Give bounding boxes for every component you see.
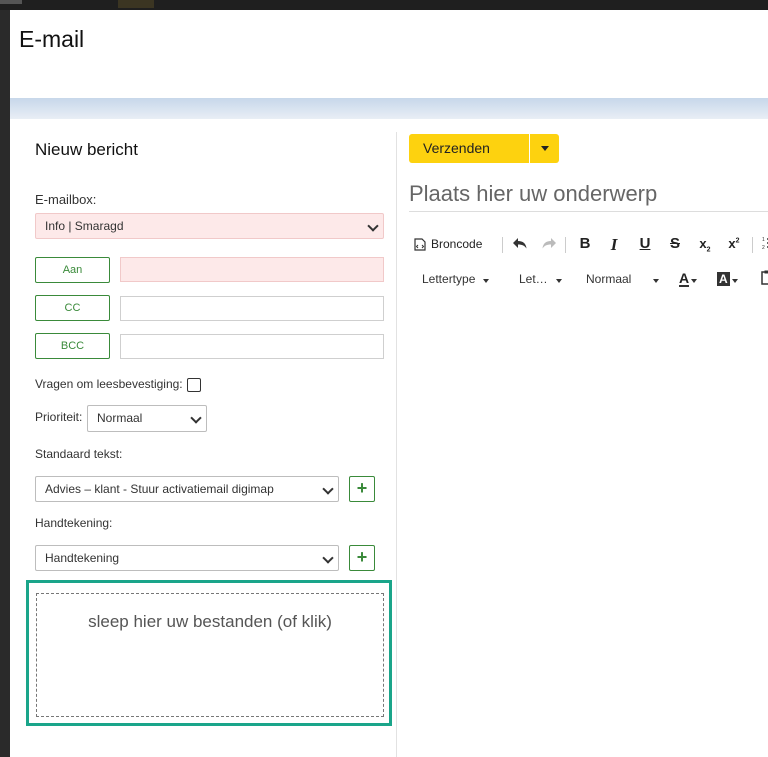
toolbar-separator xyxy=(565,237,566,253)
chevron-down-icon xyxy=(367,220,379,232)
undo-icon[interactable] xyxy=(510,236,530,254)
mailbox-select-value: Info | Smaragd xyxy=(45,219,124,233)
attachment-dropzone-highlight: sleep hier uw bestanden (of klik) xyxy=(26,580,392,726)
source-button[interactable]: Broncode xyxy=(414,237,482,251)
top-tab xyxy=(118,0,154,8)
font-size-label: Let… xyxy=(519,272,548,286)
svg-text:1: 1 xyxy=(762,237,765,243)
font-family-label: Lettertype xyxy=(422,272,476,286)
redo-icon[interactable] xyxy=(539,236,559,254)
toolbar-separator xyxy=(502,237,503,253)
standard-text-label: Standaard tekst: xyxy=(35,447,123,461)
bcc-input[interactable] xyxy=(120,334,384,359)
window-title: E-mail xyxy=(19,26,85,52)
caret-down-icon xyxy=(483,279,490,283)
standard-text-select[interactable]: Advies – klant - Stuur activatiemail dig… xyxy=(35,476,339,502)
dropzone-text: sleep hier uw bestanden (of klik) xyxy=(88,612,332,631)
compose-heading: Nieuw bericht xyxy=(35,140,138,159)
font-family-combo[interactable]: Lettertype xyxy=(422,272,490,286)
chevron-down-icon xyxy=(190,412,202,424)
app-top-strip xyxy=(0,0,768,10)
subscript-icon[interactable]: x2 xyxy=(695,236,715,254)
chevron-down-icon xyxy=(322,483,334,495)
paste-icon[interactable] xyxy=(757,270,768,289)
source-icon xyxy=(414,237,426,251)
read-receipt-checkbox[interactable] xyxy=(187,378,201,392)
priority-select-value: Normaal xyxy=(97,411,143,425)
to-input[interactable] xyxy=(120,257,384,282)
cc-input[interactable] xyxy=(120,296,384,321)
plus-icon: + xyxy=(356,547,368,567)
add-signature-button[interactable]: + xyxy=(349,545,375,571)
signature-label: Handtekening: xyxy=(35,516,113,530)
source-label: Broncode xyxy=(431,237,483,251)
read-receipt-label: Vragen om leesbevestiging: xyxy=(35,377,183,391)
standard-text-value: Advies – klant - Stuur activatiemail dig… xyxy=(45,482,274,496)
superscript-icon[interactable]: x2 xyxy=(724,236,744,251)
compose-panel: Nieuw bericht E-mailbox: Info | Smaragd … xyxy=(10,119,396,757)
add-standard-text-button[interactable]: + xyxy=(349,476,375,502)
editor-panel: Verzenden Broncode B I U S x2 x2 12 Lett… xyxy=(397,119,768,757)
signature-select[interactable]: Handtekening xyxy=(35,545,339,571)
plus-icon: + xyxy=(356,478,368,498)
strikethrough-icon[interactable]: S xyxy=(665,235,685,252)
send-button[interactable]: Verzenden xyxy=(409,134,529,163)
mailbox-label: E-mailbox: xyxy=(35,192,97,207)
caret-down-icon xyxy=(653,279,660,283)
top-tab-left xyxy=(0,0,22,4)
to-button[interactable]: Aan xyxy=(35,257,110,283)
attachment-dropzone[interactable]: sleep hier uw bestanden (of klik) xyxy=(36,593,384,717)
bcc-button[interactable]: BCC xyxy=(35,333,110,359)
numbered-list-icon[interactable]: 12 xyxy=(759,236,768,254)
svg-text:2: 2 xyxy=(762,245,765,250)
caret-down-icon xyxy=(541,146,549,151)
toolbar-separator xyxy=(752,237,753,253)
text-color-icon[interactable]: A xyxy=(679,270,707,287)
cc-button[interactable]: CC xyxy=(35,295,110,321)
bold-icon[interactable]: B xyxy=(575,235,595,252)
subject-input[interactable] xyxy=(409,177,768,212)
font-size-combo[interactable]: Let… xyxy=(519,272,562,286)
priority-select[interactable]: Normaal xyxy=(87,405,207,432)
header-band xyxy=(10,98,768,119)
send-options-button[interactable] xyxy=(530,134,559,163)
background-color-icon[interactable]: A xyxy=(717,270,745,287)
underline-icon[interactable]: U xyxy=(635,235,655,252)
priority-label: Prioriteit: xyxy=(35,410,83,424)
italic-icon[interactable]: I xyxy=(604,235,624,255)
format-label: Normaal xyxy=(586,272,632,286)
signature-value: Handtekening xyxy=(45,551,120,565)
email-window: E-mail Nieuw bericht E-mailbox: Info | S… xyxy=(10,10,768,757)
mailbox-select[interactable]: Info | Smaragd xyxy=(35,213,384,239)
chevron-down-icon xyxy=(322,552,334,564)
format-combo[interactable]: Normaal xyxy=(586,272,660,286)
caret-down-icon xyxy=(555,279,562,283)
